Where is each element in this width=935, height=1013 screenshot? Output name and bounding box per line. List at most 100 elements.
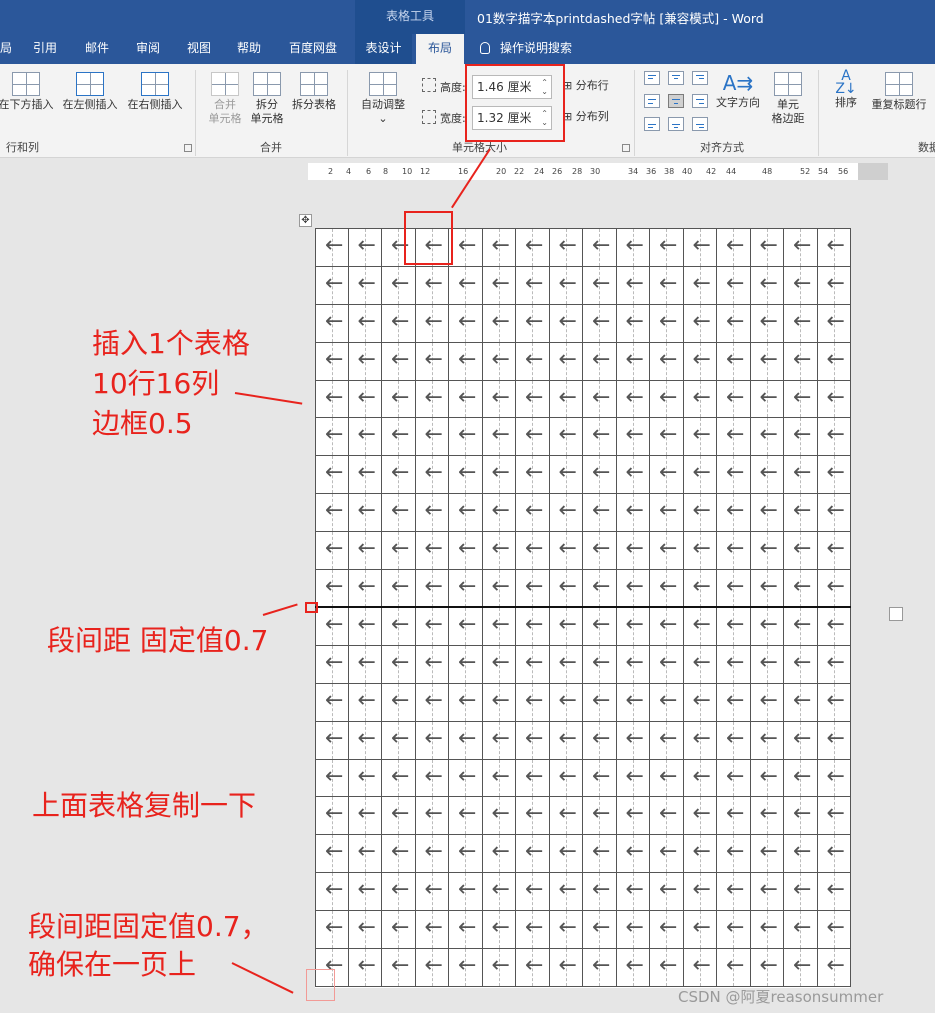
table-cell[interactable]: ← <box>449 683 483 722</box>
table-cell[interactable]: ← <box>415 911 449 950</box>
table-cell[interactable]: ← <box>482 229 516 267</box>
table-cell[interactable]: ← <box>650 304 684 343</box>
table-cell[interactable]: ← <box>348 608 382 646</box>
table-cell[interactable]: ← <box>549 418 583 457</box>
table-cell[interactable]: ← <box>683 229 717 267</box>
table-cell[interactable]: ← <box>583 608 617 646</box>
table-cell[interactable]: ← <box>415 608 449 646</box>
table-cell[interactable]: ← <box>315 835 349 874</box>
table-cell[interactable]: ← <box>449 759 483 798</box>
table-cell[interactable]: ← <box>382 873 416 912</box>
table-cell[interactable]: ← <box>717 608 751 646</box>
table-cell[interactable]: ← <box>750 229 784 267</box>
merge-cells-button[interactable]: 合并 单元格 <box>204 72 246 126</box>
table-cell[interactable]: ← <box>717 835 751 874</box>
text-direction-button[interactable]: A⇉ 文字方向 <box>712 70 764 110</box>
table-cell[interactable]: ← <box>717 683 751 722</box>
table-cell[interactable]: ← <box>516 266 550 305</box>
table-cell[interactable]: ← <box>784 456 818 495</box>
table-cell[interactable]: ← <box>516 304 550 343</box>
table-cell[interactable]: ← <box>348 721 382 760</box>
table-cell[interactable]: ← <box>616 418 650 457</box>
table-cell[interactable]: ← <box>382 304 416 343</box>
table-cell[interactable]: ← <box>382 532 416 571</box>
table-cell[interactable]: ← <box>583 304 617 343</box>
table-cell[interactable]: ← <box>516 608 550 646</box>
table-cell[interactable]: ← <box>482 949 516 987</box>
tab-review[interactable]: 审阅 <box>128 34 168 64</box>
table-cell[interactable]: ← <box>817 683 851 722</box>
table-cell[interactable]: ← <box>650 229 684 267</box>
table-cell[interactable]: ← <box>817 721 851 760</box>
table-cell[interactable]: ← <box>784 721 818 760</box>
table-cell[interactable]: ← <box>750 683 784 722</box>
table-cell[interactable]: ← <box>516 418 550 457</box>
table-cell[interactable]: ← <box>348 532 382 571</box>
split-cells-button[interactable]: 拆分 单元格 <box>246 72 288 126</box>
table-cell[interactable]: ← <box>449 342 483 381</box>
repeat-header-button[interactable]: 重复标题行 <box>866 72 932 112</box>
table-cell[interactable]: ← <box>583 797 617 836</box>
table-cell[interactable]: ← <box>683 342 717 381</box>
table-cell[interactable]: ← <box>683 570 717 608</box>
table-cell[interactable]: ← <box>549 949 583 987</box>
table-cell[interactable]: ← <box>616 494 650 533</box>
align-middle-left-button[interactable] <box>644 94 660 108</box>
table-cell[interactable]: ← <box>482 797 516 836</box>
insert-below-button[interactable]: 在下方插入 <box>0 72 58 112</box>
table-cell[interactable]: ← <box>683 683 717 722</box>
table-cell[interactable]: ← <box>750 949 784 987</box>
table-cell[interactable]: ← <box>315 229 349 267</box>
table-cell[interactable]: ← <box>750 645 784 684</box>
table-cell[interactable]: ← <box>315 608 349 646</box>
table-cell[interactable]: ← <box>382 494 416 533</box>
table-cell[interactable]: ← <box>750 494 784 533</box>
table-cell[interactable]: ← <box>449 608 483 646</box>
table-cell[interactable]: ← <box>415 418 449 457</box>
table-cell[interactable]: ← <box>348 683 382 722</box>
table-cell[interactable]: ← <box>650 494 684 533</box>
table-cell[interactable]: ← <box>382 721 416 760</box>
table-cell[interactable]: ← <box>784 266 818 305</box>
table-cell[interactable]: ← <box>315 456 349 495</box>
table-cell[interactable]: ← <box>315 911 349 950</box>
table-cell[interactable]: ← <box>650 342 684 381</box>
tab-view[interactable]: 视图 <box>179 34 219 64</box>
table-cell[interactable]: ← <box>616 835 650 874</box>
table-cell[interactable]: ← <box>482 645 516 684</box>
tab-help[interactable]: 帮助 <box>229 34 269 64</box>
table-cell[interactable]: ← <box>516 494 550 533</box>
table-cell[interactable]: ← <box>650 835 684 874</box>
table-cell[interactable]: ← <box>482 683 516 722</box>
table-cell[interactable]: ← <box>650 683 684 722</box>
table-cell[interactable]: ← <box>482 608 516 646</box>
table-cell[interactable]: ← <box>549 229 583 267</box>
table-cell[interactable]: ← <box>784 418 818 457</box>
table-cell[interactable]: ← <box>683 418 717 457</box>
table-cell[interactable]: ← <box>817 229 851 267</box>
table-cell[interactable]: ← <box>348 456 382 495</box>
table-cell[interactable]: ← <box>784 494 818 533</box>
table-cell[interactable]: ← <box>315 266 349 305</box>
table-cell[interactable]: ← <box>784 873 818 912</box>
table-cell[interactable]: ← <box>449 380 483 419</box>
table-cell[interactable]: ← <box>616 456 650 495</box>
table-cell[interactable]: ← <box>817 835 851 874</box>
table-cell[interactable]: ← <box>449 911 483 950</box>
table-cell[interactable]: ← <box>616 342 650 381</box>
table-cell[interactable]: ← <box>817 570 851 608</box>
table-cell[interactable]: ← <box>348 229 382 267</box>
table-cell[interactable]: ← <box>650 418 684 457</box>
table-cell[interactable]: ← <box>717 229 751 267</box>
table-cell[interactable]: ← <box>382 949 416 987</box>
table-cell[interactable]: ← <box>616 608 650 646</box>
table-cell[interactable]: ← <box>817 759 851 798</box>
table-cell[interactable]: ← <box>717 873 751 912</box>
table-cell[interactable]: ← <box>348 797 382 836</box>
table-cell[interactable]: ← <box>516 456 550 495</box>
table-cell[interactable]: ← <box>683 949 717 987</box>
table-cell[interactable]: ← <box>449 229 483 267</box>
table-cell[interactable]: ← <box>817 911 851 950</box>
table-cell[interactable]: ← <box>449 835 483 874</box>
table-cell[interactable]: ← <box>750 911 784 950</box>
